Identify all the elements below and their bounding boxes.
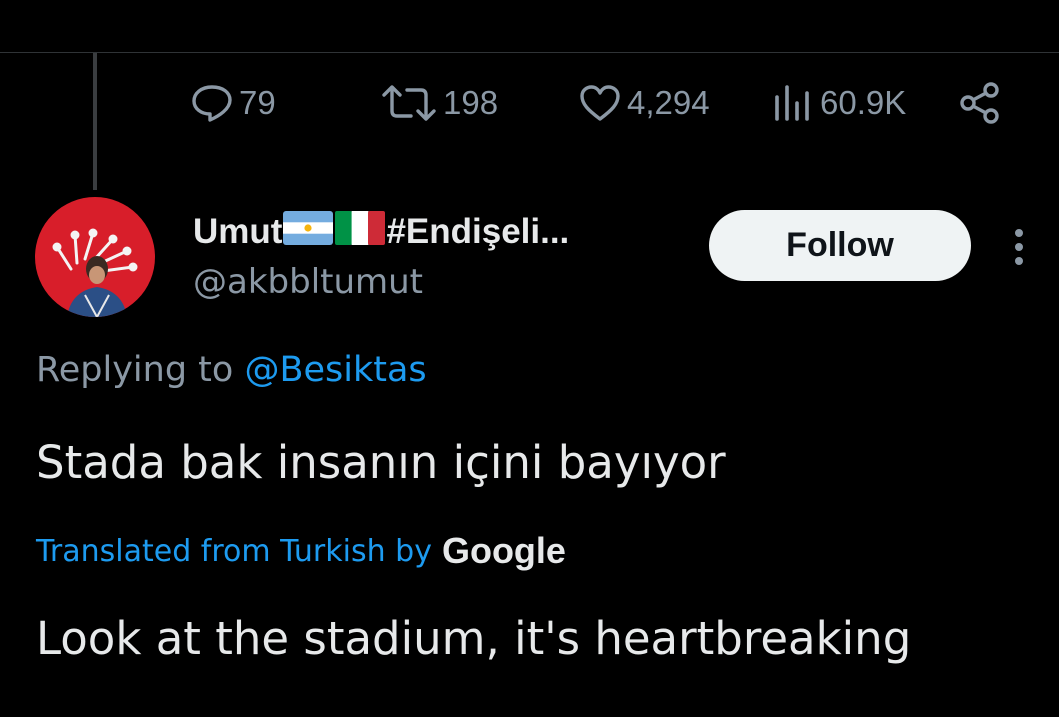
repost-count: 198	[443, 84, 499, 121]
argentina-flag-icon	[283, 210, 334, 254]
share-button[interactable]	[958, 78, 1002, 128]
more-dot-icon	[1015, 257, 1023, 265]
like-button[interactable]: 4,294	[578, 78, 710, 128]
share-nodes-icon	[958, 81, 1002, 125]
reply-icon	[190, 83, 234, 123]
more-dot-icon	[1015, 243, 1023, 251]
repost-button[interactable]: 198	[380, 78, 498, 128]
google-logo: Google	[441, 530, 566, 571]
action-bar: 79 198 4,294 60.9K	[0, 78, 1059, 128]
views-button[interactable]: 60.9K	[771, 78, 906, 128]
bar-chart-icon	[771, 83, 815, 123]
reply-count: 79	[239, 84, 276, 121]
replying-to-line: Replying to @Besiktas	[36, 350, 427, 390]
author-display-name[interactable]: Umut #Endişeli...	[193, 207, 569, 257]
author-name-text: Umut	[193, 212, 283, 251]
translation-attribution: Translated from Turkish by Google	[36, 528, 566, 574]
more-dot-icon	[1015, 229, 1023, 237]
more-options-button[interactable]	[1006, 222, 1032, 272]
italy-flag-icon	[335, 210, 386, 254]
translated-text: Look at the stadium, it's heartbreaking	[36, 612, 912, 665]
heart-icon	[578, 83, 622, 123]
view-count: 60.9K	[820, 84, 907, 121]
like-count: 4,294	[627, 84, 710, 121]
tweet-text: Stada bak insanın içini bayıyor	[36, 436, 726, 489]
translated-from-link[interactable]: Translated from Turkish by	[36, 534, 432, 569]
repost-icon	[380, 83, 438, 123]
author-avatar[interactable]	[35, 197, 155, 317]
top-divider	[0, 52, 1059, 53]
reply-button[interactable]: 79	[190, 78, 276, 128]
mention-link[interactable]: @Besiktas	[244, 350, 426, 390]
author-name-suffix: #Endişeli...	[386, 212, 570, 251]
follow-button[interactable]: Follow	[709, 210, 971, 281]
replying-to-prefix: Replying to	[36, 350, 245, 390]
author-handle[interactable]: @akbbltumut	[193, 262, 423, 302]
